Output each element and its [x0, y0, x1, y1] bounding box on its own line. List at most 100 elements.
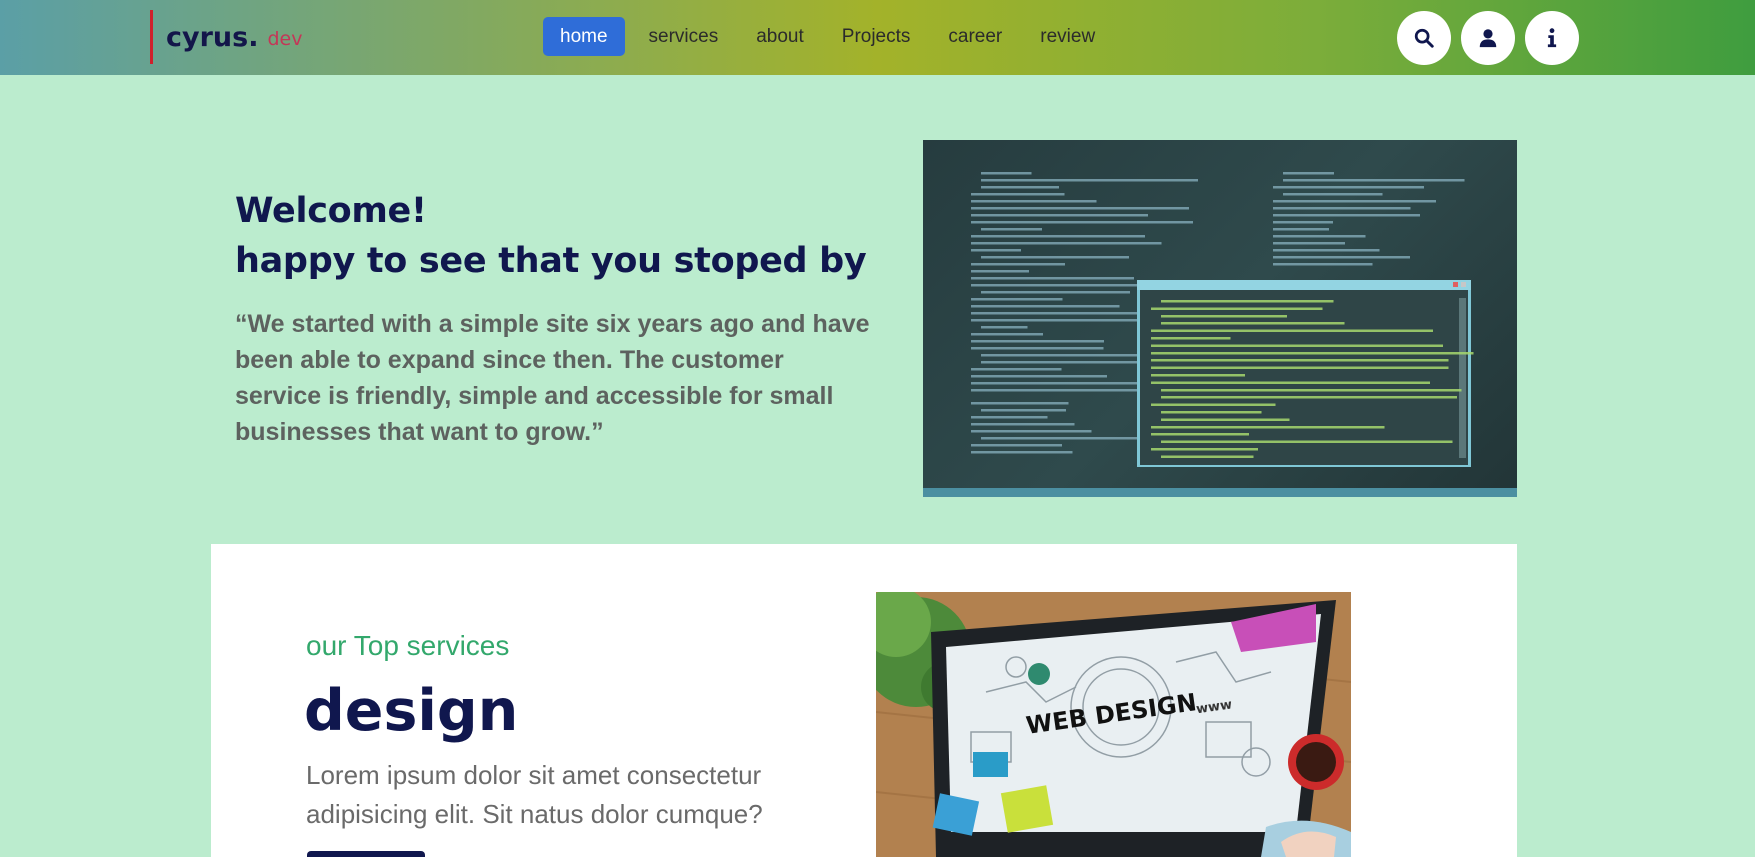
code-line	[1151, 351, 1474, 355]
web-design-image: WEB DESIGN www	[876, 592, 1351, 857]
code-line	[971, 200, 1097, 203]
code-line	[971, 270, 1030, 273]
user-button[interactable]	[1461, 11, 1515, 65]
code-line	[971, 416, 1048, 419]
user-icon	[1479, 29, 1497, 48]
code-line	[971, 389, 1145, 392]
code-line	[1273, 200, 1437, 203]
code-line	[971, 375, 1108, 378]
navbar: cyrus. dev home services about Projects …	[0, 0, 1755, 75]
code-line	[1161, 396, 1457, 399]
code-line	[1273, 214, 1420, 217]
code-line	[1273, 249, 1380, 252]
code-line	[1151, 374, 1246, 377]
nav-services[interactable]: services	[630, 17, 738, 56]
logo-sub: dev	[267, 28, 303, 50]
code-line	[981, 179, 1198, 182]
code-line	[971, 235, 1145, 238]
services-text: Lorem ipsum dolor sit amet consectetur a…	[306, 760, 763, 829]
main-nav: home services about Projects career revi…	[543, 17, 1114, 56]
search-icon	[1414, 28, 1434, 48]
code-line	[971, 368, 1062, 371]
code-line	[971, 242, 1162, 245]
code-line	[981, 437, 1164, 440]
code-line	[981, 186, 1059, 189]
code-line	[971, 451, 1073, 454]
code-line	[1273, 186, 1424, 189]
code-line	[981, 361, 1164, 364]
code-line	[971, 221, 1194, 224]
code-line	[1151, 381, 1430, 384]
code-line	[971, 340, 1105, 343]
code-line	[971, 284, 1157, 287]
info-button[interactable]	[1525, 11, 1579, 65]
code-line	[971, 298, 1063, 301]
code-line	[1283, 193, 1383, 196]
code-line	[1151, 359, 1449, 362]
code-line	[971, 423, 1075, 426]
hero-title-line2: happy to see that you stoped by	[235, 241, 867, 281]
code-line	[971, 263, 1065, 266]
code-line	[1151, 344, 1444, 347]
code-line	[1161, 455, 1254, 458]
code-line	[971, 430, 1092, 433]
code-line	[1161, 314, 1287, 318]
code-line	[971, 402, 1069, 405]
code-line	[971, 214, 1148, 217]
code-line	[1151, 433, 1249, 436]
services-button[interactable]	[307, 851, 425, 857]
code-screen-taskbar	[923, 488, 1517, 497]
code-line	[971, 277, 1134, 280]
code-line	[1273, 256, 1411, 259]
code-line	[1151, 307, 1323, 310]
header-icon-buttons	[1397, 11, 1579, 65]
code-line	[1161, 411, 1262, 414]
code-line	[1151, 448, 1258, 451]
code-line	[981, 291, 1130, 294]
code-line	[1283, 179, 1465, 182]
nav-about[interactable]: about	[737, 17, 823, 56]
code-line	[981, 256, 1130, 259]
code-line	[971, 249, 1021, 252]
code-line	[1151, 329, 1433, 333]
hero-title-line1: Welcome!	[235, 191, 427, 231]
code-line	[1273, 207, 1411, 210]
code-line	[1151, 337, 1231, 340]
logo[interactable]: cyrus. dev	[150, 10, 302, 64]
info-icon	[1547, 28, 1557, 48]
services-subtitle: our Top services	[306, 630, 510, 661]
code-line	[981, 326, 1028, 329]
code-line	[971, 444, 1062, 447]
nav-home[interactable]: home	[543, 17, 625, 56]
hero-code-image	[923, 140, 1517, 497]
code-screen-illustration	[971, 172, 1474, 467]
search-button[interactable]	[1397, 11, 1451, 65]
code-line	[971, 207, 1190, 210]
code-line	[1151, 366, 1449, 370]
code-line	[1273, 242, 1345, 245]
code-line	[1273, 221, 1333, 224]
code-line	[1283, 172, 1334, 175]
code-line	[981, 172, 1032, 175]
code-line	[971, 305, 1120, 308]
hero-quote: “We started with a simple site six years…	[235, 310, 870, 446]
code-line	[971, 193, 1065, 196]
hero-title: Welcome! happy to see that you stoped by	[235, 186, 867, 286]
code-line	[1161, 322, 1345, 325]
nav-review[interactable]: review	[1021, 17, 1114, 56]
code-line	[1151, 425, 1385, 429]
code-line	[971, 347, 1104, 350]
nav-career[interactable]: career	[929, 17, 1021, 56]
nav-projects[interactable]: Projects	[823, 17, 930, 56]
logo-main: cyrus.	[166, 21, 259, 53]
code-line	[1161, 300, 1334, 303]
services-card: our Top services design Lorem ipsum dolo…	[211, 544, 1517, 857]
services-title: design	[304, 678, 519, 744]
code-line	[971, 319, 1158, 322]
code-line	[971, 333, 1044, 336]
code-line	[981, 228, 1042, 231]
code-line	[1151, 403, 1276, 407]
web-design-illustration: WEB DESIGN www	[876, 592, 1351, 857]
code-line	[1273, 263, 1373, 266]
code-line	[1273, 228, 1330, 231]
